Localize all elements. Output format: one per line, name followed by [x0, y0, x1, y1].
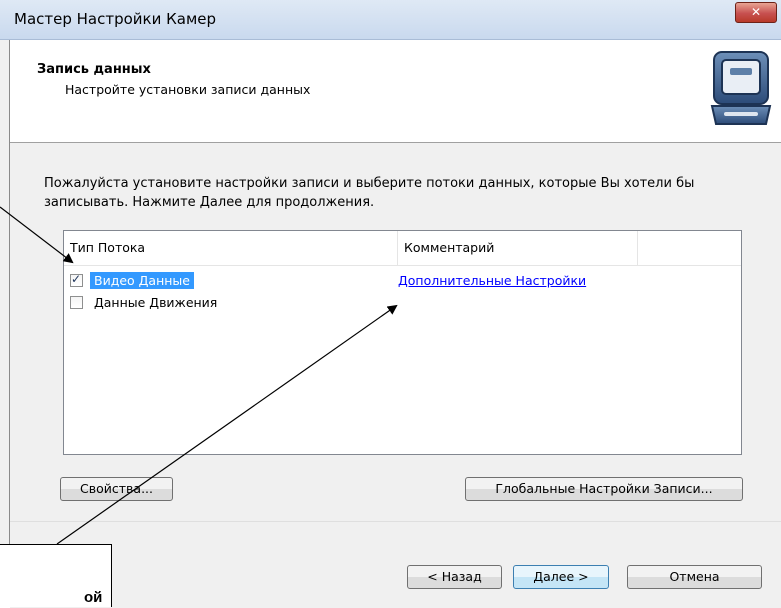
- page-subtitle: Настройте установки записи данных: [65, 82, 311, 97]
- video-data-checkbox[interactable]: [70, 272, 83, 287]
- column-header-stream-type[interactable]: Тип Потока: [64, 231, 398, 265]
- monitor-icon: [710, 51, 772, 125]
- wizard-header: Запись данных Настройте установки записи…: [10, 40, 781, 143]
- next-button[interactable]: Далее >: [513, 565, 609, 589]
- page-title: Запись данных: [37, 62, 151, 77]
- list-item[interactable]: Видео Данные Дополнительные Настройки: [64, 271, 741, 293]
- cancel-button[interactable]: Отмена: [627, 565, 762, 589]
- motion-data-checkbox[interactable]: [70, 296, 83, 309]
- list-item[interactable]: Данные Движения: [64, 293, 741, 315]
- wizard-footer: < Назад Далее > Отмена: [10, 521, 781, 608]
- list-header: Тип Потока Комментарий: [64, 231, 741, 266]
- wizard-window: Мастер Настройки Камер ✕ Запись данных Н…: [0, 0, 781, 608]
- title-bar: Мастер Настройки Камер ✕: [0, 0, 781, 40]
- window-title: Мастер Настройки Камер: [14, 10, 217, 28]
- list-item-label: Видео Данные: [90, 272, 194, 289]
- list-item-label: Данные Движения: [94, 295, 218, 310]
- advanced-settings-link[interactable]: Дополнительные Настройки: [398, 273, 586, 288]
- wizard-content: Пожалуйста установите настройки записи и…: [10, 143, 781, 521]
- annotation-callout: ой: [0, 544, 112, 607]
- close-button[interactable]: ✕: [735, 2, 777, 23]
- global-recording-settings-button[interactable]: Глобальные Настройки Записи...: [465, 477, 743, 501]
- instructions-text: Пожалуйста установите настройки записи и…: [44, 176, 695, 210]
- callout-text: ой: [84, 589, 103, 606]
- stream-list[interactable]: Тип Потока Комментарий Видео Данные Допо…: [63, 230, 742, 455]
- back-button[interactable]: < Назад: [407, 565, 502, 589]
- properties-button[interactable]: Свойства...: [60, 477, 173, 501]
- column-header-comment[interactable]: Комментарий: [398, 231, 638, 265]
